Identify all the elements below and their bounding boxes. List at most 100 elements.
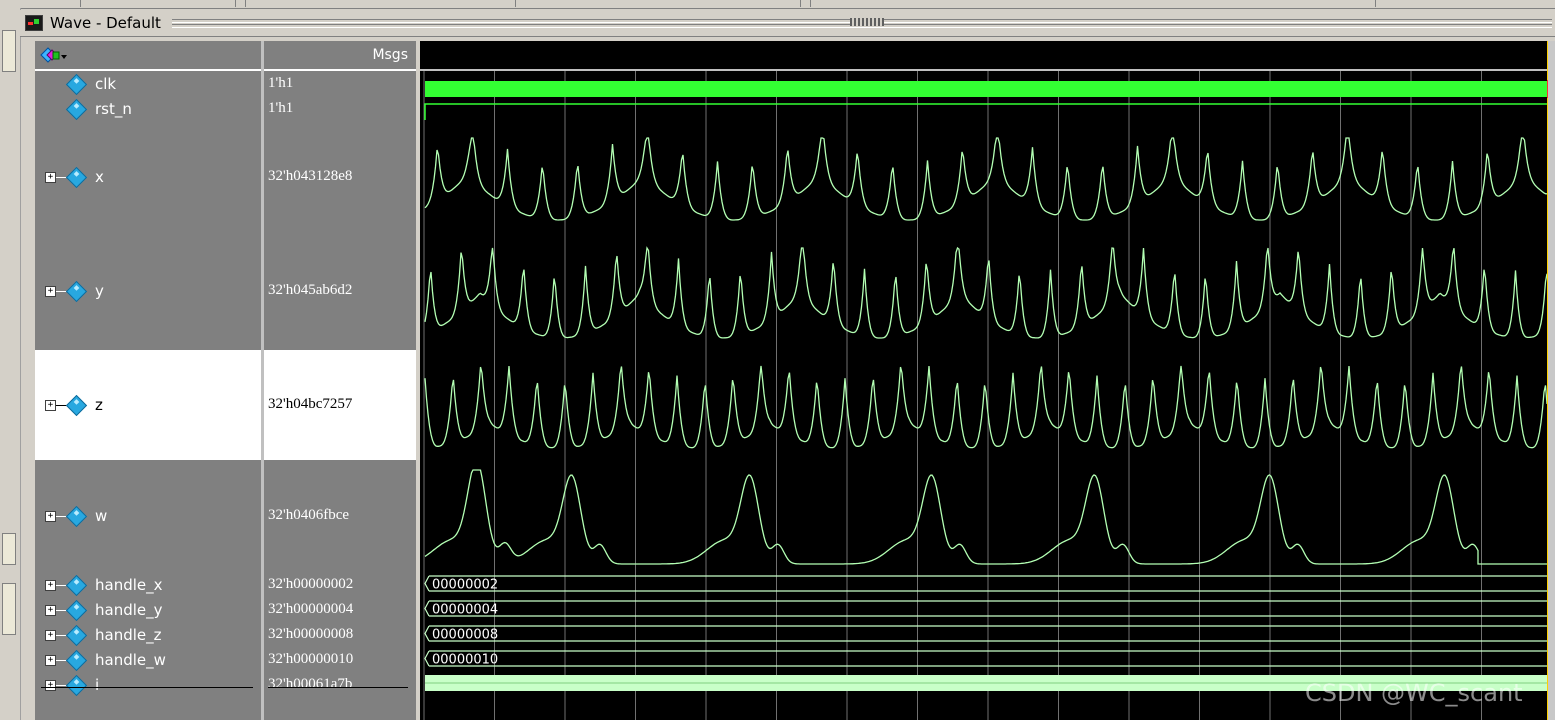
expand-toggle-icon[interactable]: + [45,511,56,522]
signal-row-handle_y[interactable]: + handle_y [35,597,261,622]
waveform-pane[interactable]: 00000002 00000004 00000008 00000010 [420,41,1555,720]
signal-diamond-icon [65,505,88,528]
toolbar-divider [1375,0,1376,7]
titlebar-drag-handle[interactable] [850,18,884,26]
signal-diamond-icon [65,674,88,697]
value-row-rst_n[interactable]: 1'h1 [264,96,416,122]
signal-diamond-icon [65,280,88,303]
value-row-clk[interactable]: 1'h1 [264,71,416,96]
signal-name: handle_z [95,625,162,644]
msgs-label: Msgs [372,47,408,63]
signal-name: w [95,507,108,525]
column-splitter[interactable] [261,41,264,720]
value-row-handle_w[interactable]: 32'h00000010 [264,647,416,672]
signal-name: handle_x [95,575,163,594]
value-row-handle_z[interactable]: 32'h00000008 [264,622,416,647]
signal-name: z [95,396,103,414]
dock-gutter [0,8,21,720]
signal-row-handle_w[interactable]: + handle_w [35,647,261,672]
value-row-x[interactable]: 32'h043128e8 [264,122,416,232]
signal-value: 32'h00000010 [268,650,354,667]
value-row-handle_y[interactable]: 32'h00000004 [264,597,416,622]
signal-name: clk [95,74,117,93]
signal-row-z[interactable]: + z [35,350,261,460]
value-row-z[interactable]: 32'h04bc7257 [264,350,416,460]
signal-name: handle_w [95,650,166,669]
signal-diamond-icon [65,73,88,95]
add-wave-dropdown-icon[interactable] [39,45,69,65]
bus-waveform-handle_z [424,625,1548,642]
signal-diamond-icon [65,624,88,646]
toolbar-divider [800,0,801,7]
signal-value: 1'h1 [268,100,294,116]
expand-toggle-icon[interactable]: + [45,604,56,616]
toolbar-divider [80,0,81,7]
signal-row-y[interactable]: + y [35,232,261,350]
row-underline [41,687,253,688]
signal-row-handle_z[interactable]: + handle_z [35,622,261,647]
bus-waveform-handle_y [424,600,1548,617]
dock-tab[interactable] [2,583,16,635]
toolbar-divider [235,0,236,7]
signal-value: 32'h043128e8 [268,168,353,184]
signal-row-w[interactable]: + w [35,460,261,572]
value-column-header: Msgs [264,41,416,71]
signal-diamond-icon [65,166,88,189]
expand-toggle-icon[interactable]: + [45,400,56,411]
expand-toggle-icon[interactable]: + [45,286,56,297]
value-row-y[interactable]: 32'h045ab6d2 [264,232,416,350]
signal-name: y [95,282,104,300]
signal-diamond-icon [65,599,88,621]
toolbar-divider [515,0,516,7]
bus-waveform-handle_x [424,575,1548,592]
wave-window-icon [25,15,43,31]
signal-value: 32'h00061a7b [268,676,353,692]
dock-tab[interactable] [2,30,16,72]
signal-name: x [95,168,104,186]
dock-tab[interactable] [2,533,16,565]
signal-value: 32'h04bc7257 [268,396,353,412]
signal-value: 32'h045ab6d2 [268,282,353,298]
y-waveform [424,246,1548,339]
value-row-w[interactable]: 32'h0406fbce [264,460,416,572]
expand-toggle-icon[interactable]: + [45,654,56,666]
signal-value: 32'h00000004 [268,600,354,617]
x-waveform [424,137,1548,221]
waveform-canvas[interactable]: 00000002 00000004 00000008 00000010 [420,41,1555,720]
row-underline [268,687,408,688]
signal-diamond-icon [65,649,88,671]
window-title: Wave - Default [50,14,161,32]
bus-waveform-handle_w [424,650,1548,667]
value-row-handle_x[interactable]: 32'h00000002 [264,572,416,597]
expand-toggle-icon[interactable]: + [45,629,56,641]
expand-toggle-icon[interactable]: + [45,680,56,691]
signal-diamond-icon [65,394,88,417]
vertical-scrollbar[interactable] [1548,41,1555,720]
bus-value-label: 00000004 [432,603,498,618]
signal-name: i [95,676,100,694]
signal-value: 32'h00000002 [268,575,354,592]
signal-name: handle_y [95,600,163,619]
bus-value-label: 00000002 [432,578,498,593]
toolbar-divider [245,0,246,7]
value-row-i[interactable]: 32'h00061a7b [264,672,416,720]
signal-value: 1'h1 [268,74,294,91]
expand-toggle-icon[interactable]: + [45,579,56,591]
signal-value: 32'h0406fbce [268,507,350,523]
signal-value: 32'h00000008 [268,625,354,642]
signal-diamond-icon [65,98,88,121]
signal-row-rst_n[interactable]: rst_n [35,96,261,122]
signal-row-clk[interactable]: clk [35,71,261,96]
signal-name-header [35,41,261,71]
signal-value-column: 1'h1 1'h1 32'h043128e8 32'h045ab6d2 32'h04bc… [264,71,416,720]
bus-value-label: 00000010 [432,653,498,668]
signal-row-x[interactable]: + x [35,122,261,232]
bus-value-label: 00000008 [432,628,498,643]
signal-row-handle_x[interactable]: + handle_x [35,572,261,597]
signal-row-i[interactable]: + i [35,672,261,720]
expand-toggle-icon[interactable]: + [45,172,56,183]
signal-name: rst_n [95,100,132,118]
top-toolbar-edge [0,0,1555,9]
wave-window-titlebar[interactable]: Wave - Default [20,10,1555,37]
signal-diamond-icon [65,574,88,596]
